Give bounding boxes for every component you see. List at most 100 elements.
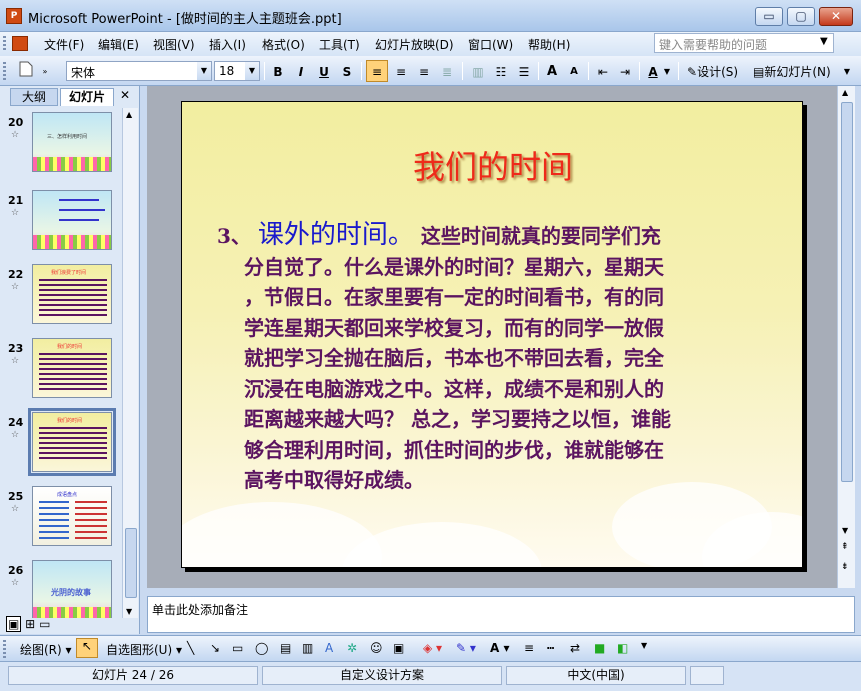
grow-font-button[interactable]: A <box>542 60 562 82</box>
shadow-style-icon[interactable]: ■ <box>594 641 605 655</box>
arrow-icon[interactable]: ↘ <box>210 641 220 655</box>
rectangle-icon[interactable]: ▭ <box>232 641 243 655</box>
design-button[interactable]: ✎设计(S) <box>684 60 746 82</box>
slide-thumbnail-22[interactable]: 22 ☆ 我们浪费了时间 <box>0 260 122 330</box>
slide-sorter-icon[interactable]: ⊞ <box>25 617 35 631</box>
previous-slide-icon[interactable]: ⇞ <box>841 542 849 552</box>
oval-icon[interactable]: ◯ <box>255 641 268 655</box>
tab-slides[interactable]: 幻灯片 <box>60 88 114 106</box>
current-slide[interactable]: 我们的时间 3、 课外的时间。 这些时间就真的要同学们充 分自觉了。什么是课外的… <box>181 101 803 568</box>
text-line <box>59 219 99 221</box>
new-document-icon[interactable] <box>14 60 38 82</box>
notes-pane[interactable]: 单击此处添加备注 <box>147 596 855 633</box>
font-color-icon[interactable]: A <box>644 60 662 82</box>
decrease-indent-icon[interactable]: ⇤ <box>593 60 613 82</box>
arrow-style-icon[interactable]: ⇄ <box>570 641 580 655</box>
slide-thumbnail-23[interactable]: 23 ☆ 我们的时间 <box>0 334 122 404</box>
dash-style-icon[interactable]: ┅ <box>547 641 554 655</box>
font-family-select[interactable]: 宋体 ▼ <box>66 61 212 81</box>
menu-window[interactable]: 窗口(W) <box>468 36 513 53</box>
toolbar-grip[interactable] <box>3 36 6 52</box>
clipart-icon[interactable]: ☺ <box>370 641 383 655</box>
menu-edit[interactable]: 编辑(E) <box>98 36 139 53</box>
toolbar-grip[interactable] <box>3 62 6 80</box>
chevron-down-icon[interactable]: ▼ <box>245 62 259 80</box>
font-color-icon[interactable]: A ▾ <box>490 641 510 655</box>
chevron-down-icon[interactable]: ▼ <box>662 60 672 82</box>
draw-menu-button[interactable]: 绘图(R) ▾ <box>20 641 72 658</box>
slide-preview <box>32 190 112 250</box>
line-icon[interactable]: ╲ <box>187 641 194 655</box>
vertical-textbox-icon[interactable]: ▥ <box>302 641 313 655</box>
underline-button[interactable]: U <box>314 60 334 82</box>
slide-thumbnail-21[interactable]: 21 ☆ <box>0 186 122 256</box>
powerpoint-app-icon[interactable]: P <box>6 8 22 24</box>
shadow-button[interactable]: S <box>337 60 357 82</box>
tab-outline[interactable]: 大纲 <box>10 88 58 106</box>
slide-thumbnail-25[interactable]: 25 ☆ 成语盘点 <box>0 482 122 552</box>
numbered-list-icon[interactable]: ☷ <box>490 60 512 82</box>
thumbnails-scrollbar[interactable]: ▲ ▼ <box>122 108 138 618</box>
chevron-down-icon[interactable]: ▼ <box>197 62 211 80</box>
text-block <box>39 353 107 393</box>
autoshapes-button[interactable]: 自选图形(U) ▾ <box>106 641 182 658</box>
document-icon[interactable] <box>12 36 28 51</box>
toolbar-options-icon[interactable]: ▼ <box>840 60 854 82</box>
distribute-icon[interactable]: ▥ <box>467 60 489 82</box>
help-search-input[interactable]: 键入需要帮助的问题 <box>654 33 834 53</box>
help-dropdown-icon[interactable]: ▼ <box>820 36 828 47</box>
slideshow-icon[interactable]: ▭ <box>39 617 50 631</box>
scrollbar-thumb[interactable] <box>125 528 137 598</box>
wordart-icon[interactable]: A <box>325 641 333 655</box>
textbox-icon[interactable]: ▤ <box>280 641 291 655</box>
align-center-icon[interactable]: ≡ <box>390 60 412 82</box>
toolbar-options-icon[interactable]: » <box>40 60 50 82</box>
slide-thumbnail-20[interactable]: 20 ☆ 三、怎样利用时间 <box>0 108 122 178</box>
menu-tools[interactable]: 工具(T) <box>319 36 360 53</box>
bullet-list-icon[interactable]: ☰ <box>513 60 535 82</box>
shrink-font-button[interactable]: A <box>564 60 584 82</box>
line-color-icon[interactable]: ✎ ▾ <box>456 641 476 655</box>
normal-view-icon[interactable]: ▣ <box>6 616 22 632</box>
menu-format[interactable]: 格式(O) <box>262 36 305 53</box>
scrollbar-thumb[interactable] <box>841 102 853 482</box>
align-left-icon[interactable]: ≡ <box>366 60 388 82</box>
italic-button[interactable]: I <box>291 60 311 82</box>
toolbar-options-icon[interactable]: ▼ <box>641 641 647 650</box>
toolbar-grip[interactable] <box>3 640 6 658</box>
3d-style-icon[interactable]: ◧ <box>617 641 628 655</box>
increase-indent-icon[interactable]: ⇥ <box>615 60 635 82</box>
slide-title[interactable]: 我们的时间 <box>182 142 802 188</box>
menu-file[interactable]: 文件(F) <box>44 36 84 53</box>
menu-insert[interactable]: 插入(I) <box>209 36 246 53</box>
slide-scrollbar[interactable]: ▲ ▼ ⇞ ⇟ <box>837 86 855 588</box>
scroll-down-icon[interactable]: ▼ <box>842 526 848 535</box>
minimize-button[interactable]: ▭ <box>755 7 783 26</box>
menu-help[interactable]: 帮助(H) <box>528 36 570 53</box>
select-pointer-icon[interactable]: ↖ <box>76 638 98 658</box>
slide-thumbnail-24[interactable]: 24 ☆ 我们的时间 <box>0 408 122 478</box>
font-size-select[interactable]: 18 ▼ <box>214 61 260 81</box>
maximize-button[interactable]: ▢ <box>787 7 815 26</box>
formatting-toolbar: » 宋体 ▼ 18 ▼ B I U S ≡ ≡ ≡ ≣ ▥ ☷ ☰ A A ⇤ … <box>0 56 861 86</box>
align-right-icon[interactable]: ≡ <box>413 60 435 82</box>
slide-body-text[interactable]: 3、 课外的时间。 这些时间就真的要同学们充 分自觉了。什么是课外的时间？星期六… <box>217 220 777 496</box>
slide-thumbnail-26[interactable]: 26 ☆ 光阴的故事 <box>0 556 122 618</box>
diagram-icon[interactable]: ✲ <box>347 641 357 655</box>
fill-color-icon[interactable]: ◈ ▾ <box>423 641 442 655</box>
close-button[interactable]: ✕ <box>819 7 853 26</box>
menu-view[interactable]: 视图(V) <box>153 36 195 53</box>
close-pane-icon[interactable]: ✕ <box>120 88 130 102</box>
slide-preview-label: 成语盘点 <box>57 492 78 498</box>
picture-icon[interactable]: ▣ <box>393 641 404 655</box>
justify-icon[interactable]: ≣ <box>436 60 458 82</box>
scroll-down-icon[interactable]: ▼ <box>126 607 132 616</box>
menu-slideshow[interactable]: 幻灯片放映(D) <box>375 36 454 53</box>
bold-button[interactable]: B <box>268 60 288 82</box>
new-slide-button[interactable]: ▤新幻灯片(N) <box>750 60 838 82</box>
next-slide-icon[interactable]: ⇟ <box>841 562 849 572</box>
scroll-up-icon[interactable]: ▲ <box>126 110 132 119</box>
design-icon: ✎ <box>687 65 698 79</box>
scroll-up-icon[interactable]: ▲ <box>842 88 848 97</box>
line-style-icon[interactable]: ≡ <box>524 641 534 655</box>
